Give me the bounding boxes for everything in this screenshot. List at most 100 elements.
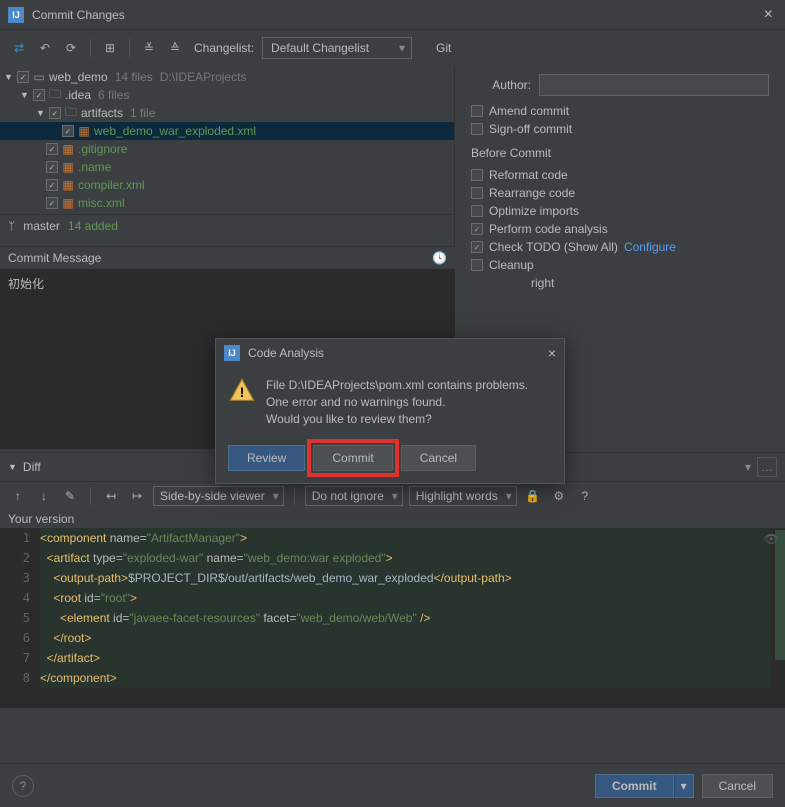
next-change-icon[interactable]: ↓	[34, 486, 54, 506]
cleanup-checkbox[interactable]: Cleanup	[471, 258, 769, 272]
tree-label: .idea	[65, 88, 91, 102]
commit-options-panel: Author: Amend commit Sign-off commit Bef…	[455, 66, 785, 246]
group-icon[interactable]: ⊞	[99, 37, 121, 59]
file-icon: ▦	[61, 160, 75, 174]
signoff-checkbox[interactable]: Sign-off commit	[471, 122, 769, 136]
check-label: Amend commit	[489, 104, 569, 118]
author-label: Author:	[471, 78, 531, 92]
branch-icon: ᛘ	[8, 219, 15, 233]
gear-icon[interactable]: ⚙	[549, 486, 569, 506]
separator	[294, 487, 295, 505]
todo-checkbox[interactable]: Check TODO (Show All) Configure	[471, 240, 769, 254]
tree-row-file[interactable]: ▦ .gitignore	[0, 140, 454, 158]
modal-title: Code Analysis	[248, 346, 540, 360]
highlight-mode-select[interactable]: Highlight words	[409, 486, 517, 506]
checkbox[interactable]	[46, 197, 58, 209]
chevron-down-icon[interactable]: ▼	[4, 72, 14, 82]
tree-row-idea[interactable]: ▼ 🗀 .idea 6 files	[0, 86, 454, 104]
branch-added: 14 added	[68, 219, 118, 233]
checkbox[interactable]	[17, 71, 29, 83]
commit-split-button[interactable]: Commit ▾	[595, 774, 694, 798]
lock-icon[interactable]: 🔒	[523, 486, 543, 506]
expand-icon[interactable]: ↦	[127, 486, 147, 506]
checkbox[interactable]	[46, 161, 58, 173]
diff-icon[interactable]: ⇄	[8, 37, 30, 59]
expand-icon[interactable]: ≚	[138, 37, 160, 59]
tree-row-root[interactable]: ▼ ▭ web_demo 14 files D:\IDEAProjects	[0, 68, 454, 86]
check-label: right	[531, 276, 554, 290]
cancel-button[interactable]: Cancel	[702, 774, 773, 798]
xml-file-icon: ▦	[61, 196, 75, 210]
close-icon[interactable]: ×	[760, 6, 777, 24]
close-icon[interactable]: ×	[548, 345, 556, 361]
commit-message-label: Commit Message	[8, 251, 432, 265]
chevron-down-icon[interactable]: ▼	[20, 90, 30, 100]
tree-row-file[interactable]: ▦ .name	[0, 158, 454, 176]
review-button[interactable]: Review	[228, 445, 305, 471]
checkbox-icon	[471, 187, 483, 199]
analysis-checkbox[interactable]: Perform code analysis	[471, 222, 769, 236]
viewer-mode-select[interactable]: Side-by-side viewer	[153, 486, 284, 506]
collapse-icon[interactable]: ≙	[164, 37, 186, 59]
edit-icon[interactable]: ✎	[60, 486, 80, 506]
rearrange-checkbox[interactable]: Rearrange code	[471, 186, 769, 200]
commit-message-header: Commit Message 🕓	[0, 246, 455, 269]
help-icon[interactable]: ?	[575, 486, 595, 506]
toolbar: ⇄ ↶ ⟳ ⊞ ≚ ≙ Changelist: Default Changeli…	[0, 30, 785, 66]
checkbox-icon	[471, 241, 483, 253]
tree-meta: 14 files	[115, 70, 153, 84]
revert-icon[interactable]: ↶	[34, 37, 56, 59]
changelist-value: Default Changelist	[271, 41, 369, 55]
tree-label: misc.xml	[78, 196, 125, 210]
amend-commit-checkbox[interactable]: Amend commit	[471, 104, 769, 118]
check-label: Perform code analysis	[489, 222, 608, 236]
commit-button[interactable]: Commit	[595, 774, 674, 798]
refresh-icon[interactable]: ⟳	[60, 37, 82, 59]
titlebar: IJ Commit Changes ×	[0, 0, 785, 30]
tree-meta: 6 files	[98, 88, 129, 102]
changelist-dropdown[interactable]: Default Changelist	[262, 37, 412, 59]
chevron-down-icon[interactable]: ▼	[36, 108, 46, 118]
select-value: Do not ignore	[312, 489, 384, 503]
check-label: Rearrange code	[489, 186, 575, 200]
xml-file-icon: ▦	[77, 124, 91, 138]
chevron-down-icon[interactable]: ▼	[8, 462, 17, 472]
tree-row-file[interactable]: ▦ web_demo_war_exploded.xml	[0, 122, 454, 140]
reformat-checkbox[interactable]: Reformat code	[471, 168, 769, 182]
check-label: Sign-off commit	[489, 122, 572, 136]
separator	[90, 39, 91, 57]
xml-file-icon: ▦	[61, 178, 75, 192]
checkbox[interactable]	[46, 143, 58, 155]
optimize-checkbox[interactable]: Optimize imports	[471, 204, 769, 218]
tree-row-artifacts[interactable]: ▼ 🗀 artifacts 1 file	[0, 104, 454, 122]
checkbox-icon	[471, 259, 483, 271]
commit-button[interactable]: Commit	[313, 445, 392, 471]
prev-change-icon[interactable]: ↑	[8, 486, 28, 506]
checkbox[interactable]	[33, 89, 45, 101]
commit-dropdown-icon[interactable]: ▾	[674, 774, 694, 798]
separator	[129, 39, 130, 57]
checkbox-icon	[471, 205, 483, 217]
help-button[interactable]: ?	[12, 775, 34, 797]
checkbox[interactable]	[49, 107, 61, 119]
separator	[90, 487, 91, 505]
diff-dropdown-icon[interactable]: ▾	[745, 460, 751, 474]
tree-row-file[interactable]: ▦ misc.xml	[0, 194, 454, 212]
code-editor[interactable]: 👁 1<component name="ArtifactManager"> 2 …	[0, 528, 785, 708]
checkbox[interactable]	[62, 125, 74, 137]
folder-icon: 🗀	[48, 88, 62, 102]
cancel-button[interactable]: Cancel	[401, 445, 476, 471]
tree-meta: 1 file	[130, 106, 155, 120]
checkbox[interactable]	[46, 179, 58, 191]
collapse-icon[interactable]: ↤	[101, 486, 121, 506]
history-icon[interactable]: 🕓	[432, 251, 447, 265]
ignore-mode-select[interactable]: Do not ignore	[305, 486, 403, 506]
diff-browse-button[interactable]: …	[757, 457, 777, 477]
select-value: Side-by-side viewer	[160, 489, 265, 503]
tree-label: web_demo_war_exploded.xml	[94, 124, 256, 138]
tree-row-file[interactable]: ▦ compiler.xml	[0, 176, 454, 194]
tree-label: compiler.xml	[78, 178, 145, 192]
configure-link[interactable]: Configure	[624, 240, 676, 254]
copyright-checkbox[interactable]: right	[471, 276, 769, 290]
author-input[interactable]	[539, 74, 769, 96]
